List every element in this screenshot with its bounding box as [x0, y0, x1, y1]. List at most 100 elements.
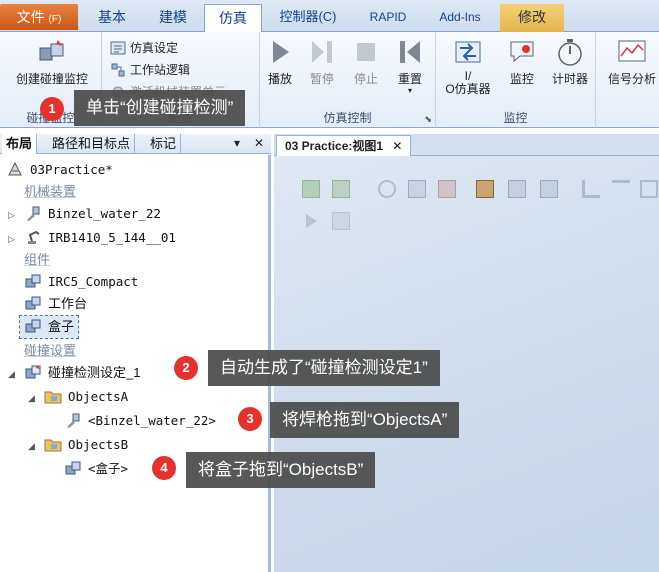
select-curve-icon[interactable] — [378, 180, 396, 198]
station-logic-label: 工作站逻辑 — [130, 63, 191, 77]
select-mechanism-icon[interactable] — [508, 180, 526, 198]
measure-icon[interactable] — [640, 180, 658, 198]
pause-icon — [312, 41, 332, 63]
menu-tab-basic[interactable]: 基本 — [86, 4, 138, 32]
tool-icon — [67, 413, 80, 428]
tree-item-objects-a-label: ObjectsA — [68, 389, 129, 404]
callout-4-badge: 4 — [152, 456, 176, 480]
select-body-icon[interactable] — [438, 180, 456, 198]
component-icon — [25, 274, 41, 288]
view-all-icon[interactable] — [302, 180, 320, 198]
collision-icon — [39, 40, 64, 61]
tree-item-irc5[interactable]: IRC5_Compact — [24, 271, 138, 293]
tree-station-root[interactable]: 03Practice* — [6, 159, 113, 181]
tree-item-box-label: 盒子 — [48, 319, 75, 334]
tree-item-collision-set[interactable]: 碰撞检测设定_1 — [24, 362, 140, 384]
arrow-right-icon[interactable] — [612, 180, 630, 198]
panel-pin-icon[interactable]: ▾ — [234, 134, 240, 154]
play-label: 播放 — [267, 72, 292, 86]
tree-category-components: 组件 — [24, 252, 51, 267]
station-icon — [8, 161, 22, 176]
play-button[interactable]: 播放 — [262, 36, 298, 87]
tab-view1[interactable]: 03 Practice:视图1 ✕ — [276, 135, 412, 156]
callout-2-badge: 2 — [174, 356, 198, 380]
signal-analysis-button[interactable]: 信号分析 — [602, 36, 659, 87]
monitor-icon — [510, 41, 534, 63]
reset-button[interactable]: 重置 ▾ — [392, 36, 428, 95]
snap-icon[interactable] — [582, 180, 600, 198]
group-signal: 信号分析 — [596, 32, 659, 128]
tree-item-objects-a-binzel[interactable]: <Binzel_water_22> — [64, 410, 216, 432]
stop-icon — [357, 43, 375, 61]
menu-tab-simulation[interactable]: 仿真 — [204, 4, 262, 33]
stop-button[interactable]: 停止 — [348, 36, 384, 87]
view-tab-bar: 03 Practice:视图1 ✕ — [274, 134, 659, 156]
menu-tab-rapid[interactable]: RAPID — [358, 4, 418, 32]
tree-item-objects-b[interactable]: ObjectsB — [44, 434, 128, 456]
component-icon — [25, 319, 41, 333]
dialog-launcher-icon[interactable]: ⬊ — [424, 114, 432, 125]
callout-3-badge: 3 — [238, 407, 262, 431]
stop-small-icon[interactable] — [332, 212, 350, 230]
collision-set-icon — [25, 365, 41, 379]
expand-arrow-icon[interactable]: ▷ — [8, 210, 15, 221]
tree-item-irc5-label: IRC5_Compact — [48, 274, 139, 289]
collapse-arrow-icon[interactable]: ◢ — [28, 441, 35, 452]
pause-label: 暂停 — [309, 72, 334, 86]
select-surface-icon[interactable] — [408, 180, 426, 198]
sim-settings-button[interactable]: 仿真设定 — [110, 38, 178, 58]
callout-3-text: 将焊枪拖到“ObjectsA” — [282, 410, 448, 429]
station-logic-button[interactable]: 工作站逻辑 — [110, 60, 190, 80]
tab-view1-close-icon[interactable]: ✕ — [392, 139, 402, 153]
tree-item-box[interactable]: 盒子 — [18, 315, 80, 339]
create-collision-monitor-label: 创建碰撞监控 — [15, 72, 88, 86]
select-group-icon[interactable] — [540, 180, 558, 198]
tree-item-binzel[interactable]: Binzel_water_22 — [24, 203, 161, 225]
menu-file-key: (F) — [48, 14, 62, 25]
zoom-extents-icon[interactable] — [332, 180, 350, 198]
io-simulator-label: I/ O仿真器 — [445, 69, 491, 96]
monitor-button[interactable]: 监控 — [502, 36, 542, 87]
reset-dropdown-icon[interactable]: ▾ — [392, 87, 428, 95]
reset-icon — [400, 41, 420, 63]
signal-analysis-label: 信号分析 — [607, 72, 656, 86]
callout-1-badge: 1 — [40, 97, 64, 121]
callout-1: 单击“创建碰撞检测” — [74, 90, 246, 126]
sim-settings-icon — [110, 41, 126, 55]
component-icon — [25, 296, 41, 310]
tree-item-binzel-label: Binzel_water_22 — [48, 206, 161, 221]
group-sim-control: 播放 暂停 停止 重置 ▾ 仿真控制 ⬊ — [260, 32, 436, 128]
timer-button[interactable]: 计时器 — [546, 36, 594, 87]
menu-tab-addins[interactable]: Add-Ins — [428, 4, 492, 32]
io-simulator-icon — [455, 41, 481, 63]
tree-item-robot[interactable]: IRB1410_5_144__01 — [24, 227, 176, 249]
menu-tab-modify[interactable]: 修改 — [500, 4, 564, 32]
tab-paths-targets[interactable]: 路径和目标点 — [48, 134, 136, 154]
collapse-arrow-icon[interactable]: ◢ — [28, 393, 35, 404]
menu-tab-file[interactable]: 文件 (F) — [0, 4, 78, 30]
collapse-arrow-icon[interactable]: ◢ — [8, 369, 15, 380]
expand-arrow-icon[interactable]: ▷ — [8, 234, 15, 245]
tab-layout[interactable]: 布局 — [2, 134, 38, 154]
select-part-icon[interactable] — [476, 180, 494, 198]
monitor-label: 监控 — [509, 72, 534, 86]
menu-tab-controller[interactable]: 控制器(C) — [268, 4, 348, 32]
menu-tab-modeling[interactable]: 建模 — [146, 4, 200, 32]
folder-icon — [44, 439, 62, 452]
create-collision-monitor-button[interactable]: 创建碰撞监控 — [6, 36, 98, 87]
group-monitor: I/ O仿真器 监控 计时器 监控 — [436, 32, 596, 128]
tree-item-objects-a[interactable]: ObjectsA — [44, 386, 128, 408]
pause-button[interactable]: 暂停 — [304, 36, 340, 87]
tab-view1-label: 03 Practice:视图1 — [285, 139, 384, 153]
group-sim-control-label: 仿真控制 — [323, 111, 372, 125]
folder-icon — [44, 391, 62, 404]
tree-item-objects-b-box[interactable]: <盒子> — [64, 458, 128, 480]
io-simulator-button[interactable]: I/ O仿真器 — [438, 36, 498, 96]
play-small-icon[interactable] — [302, 212, 320, 230]
tab-tags[interactable]: 标记 — [146, 134, 182, 154]
panel-close-icon[interactable]: ✕ — [254, 134, 264, 154]
tree-item-workbench[interactable]: 工作台 — [24, 293, 87, 315]
layout-panel-header: 布局 路径和目标点 标记 ▾ ✕ — [0, 134, 271, 154]
station-name: 03Practice* — [30, 162, 113, 177]
callout-1-text: 单击“创建碰撞检测” — [86, 98, 234, 117]
